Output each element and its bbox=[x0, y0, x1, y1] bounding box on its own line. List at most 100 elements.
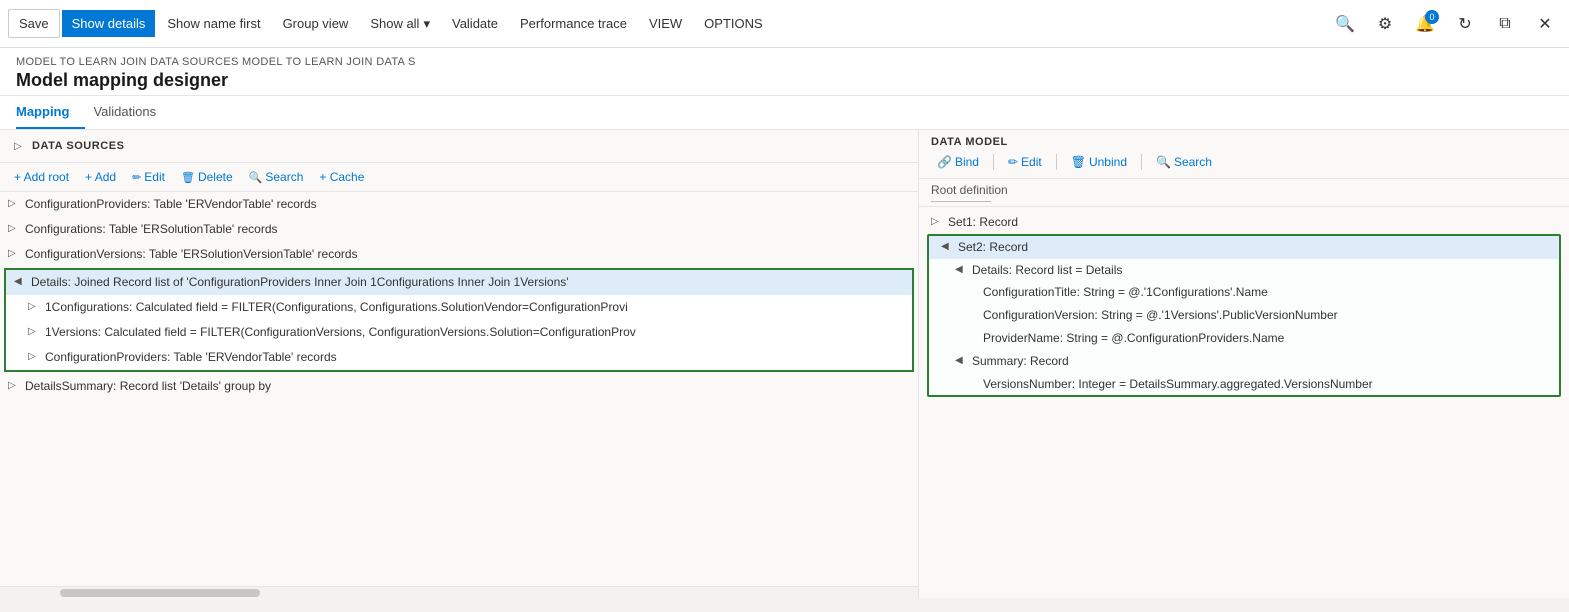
tree-item-text: Set1: Record bbox=[948, 214, 1018, 231]
tree-item-text: ConfigurationVersions: Table 'ERSolution… bbox=[25, 246, 910, 263]
expand-icon: ▷ bbox=[28, 300, 42, 314]
tree-item-details-summary[interactable]: ▷ DetailsSummary: Record list 'Details' … bbox=[0, 374, 918, 399]
breadcrumb: MODEL TO LEARN JOIN DATA SOURCES MODEL T… bbox=[16, 56, 1553, 68]
restore-button[interactable]: ⧉ bbox=[1489, 8, 1521, 40]
tree-item-configurations[interactable]: ▷ Configurations: Table 'ERSolutionTable… bbox=[0, 217, 918, 242]
tree-item-text: DetailsSummary: Record list 'Details' gr… bbox=[25, 378, 910, 395]
expand-icon: ▷ bbox=[28, 325, 42, 339]
tree-item-text: 1Configurations: Calculated field = FILT… bbox=[45, 299, 904, 316]
tree-item-text: ConfigurationTitle: String = @.'1Configu… bbox=[983, 284, 1268, 301]
chevron-down-icon: ▾ bbox=[423, 16, 430, 32]
search-button[interactable]: 🔍 bbox=[1329, 8, 1361, 40]
tree-item-text: Configurations: Table 'ERSolutionTable' … bbox=[25, 221, 910, 238]
notification-badge: 🔔 0 bbox=[1409, 8, 1441, 40]
tree-item-1versions[interactable]: ▷ 1Versions: Calculated field = FILTER(C… bbox=[20, 320, 912, 345]
collapse-icon: ◀ bbox=[955, 354, 969, 368]
data-sources-expand[interactable]: ▷ bbox=[8, 136, 28, 156]
tree-item-1configurations[interactable]: ▷ 1Configurations: Calculated field = FI… bbox=[20, 295, 912, 320]
tree-item-text: ProviderName: String = @.ConfigurationPr… bbox=[983, 330, 1284, 347]
tree-item-configuration-versions[interactable]: ▷ ConfigurationVersions: Table 'ERSoluti… bbox=[0, 242, 918, 267]
dm-tree-item-provider-name[interactable]: ProviderName: String = @.ConfigurationPr… bbox=[929, 327, 1559, 350]
search-icon: 🔍 bbox=[1156, 155, 1171, 169]
save-button[interactable]: Save bbox=[8, 9, 60, 38]
notification-count: 0 bbox=[1425, 10, 1439, 24]
dm-tree-item-summary[interactable]: ◀ Summary: Record bbox=[929, 350, 1559, 373]
tree-item-text: Summary: Record bbox=[972, 353, 1069, 370]
root-definition: Root definition bbox=[919, 179, 1569, 207]
separator bbox=[1056, 154, 1057, 170]
expand-icon: ▷ bbox=[8, 379, 22, 393]
tree-item-config-providers-child[interactable]: ▷ ConfigurationProviders: Table 'ERVendo… bbox=[20, 345, 912, 370]
data-model-tree: ▷ Set1: Record ◀ Set2: Record ◀ Details:… bbox=[919, 207, 1569, 598]
tree-item-text: Details: Record list = Details bbox=[972, 262, 1122, 279]
dm-tree-item-config-title[interactable]: ConfigurationTitle: String = @.'1Configu… bbox=[929, 281, 1559, 304]
tab-bar: Mapping Validations bbox=[0, 96, 1569, 130]
data-sources-tree: ▷ ConfigurationProviders: Table 'ERVendo… bbox=[0, 192, 918, 586]
bind-button[interactable]: 🔗 Bind bbox=[931, 152, 985, 172]
unbind-button[interactable]: 🗑 Unbind bbox=[1065, 152, 1133, 172]
scrollbar-thumb[interactable] bbox=[60, 589, 260, 597]
show-details-button[interactable]: Show details bbox=[62, 10, 156, 37]
view-button[interactable]: VIEW bbox=[639, 10, 692, 37]
trash-icon: 🗑 bbox=[1071, 155, 1086, 169]
tab-validations[interactable]: Validations bbox=[93, 96, 172, 129]
tree-item-text: ConfigurationProviders: Table 'ERVendorT… bbox=[45, 349, 904, 366]
link-icon: 🔗 bbox=[937, 155, 952, 169]
close-button[interactable]: ✕ bbox=[1529, 8, 1561, 40]
tree-item-text: VersionsNumber: Integer = DetailsSummary… bbox=[983, 376, 1373, 393]
dm-tree-item-versions-number[interactable]: VersionsNumber: Integer = DetailsSummary… bbox=[929, 373, 1559, 396]
expand-icon: ▷ bbox=[8, 247, 22, 261]
pencil-icon: ✏ bbox=[1008, 155, 1018, 169]
data-sources-toolbar: + Add root + Add ✏ Edit 🗑 Delete 🔍 Searc… bbox=[0, 163, 918, 192]
search-ds-button[interactable]: 🔍 Search bbox=[243, 167, 310, 187]
validate-button[interactable]: Validate bbox=[442, 10, 508, 37]
pencil-icon: ✏ bbox=[132, 171, 141, 184]
refresh-button[interactable]: ↻ bbox=[1449, 8, 1481, 40]
collapse-icon: ◀ bbox=[941, 240, 955, 254]
collapse-icon: ◀ bbox=[14, 275, 28, 289]
tree-item-text: Set2: Record bbox=[958, 239, 1028, 256]
tab-mapping[interactable]: Mapping bbox=[16, 96, 85, 129]
options-button[interactable]: OPTIONS bbox=[694, 10, 773, 37]
edit-dm-button[interactable]: ✏ Edit bbox=[1002, 152, 1048, 172]
dm-tree-item-set1[interactable]: ▷ Set1: Record bbox=[919, 211, 1569, 234]
performance-trace-button[interactable]: Performance trace bbox=[510, 10, 637, 37]
dm-tree-item-config-version[interactable]: ConfigurationVersion: String = @.'1Versi… bbox=[929, 304, 1559, 327]
root-def-line bbox=[931, 201, 991, 202]
expand-icon: ▷ bbox=[28, 350, 42, 364]
dm-tree-item-details[interactable]: ◀ Details: Record list = Details bbox=[929, 259, 1559, 282]
search-icon: 🔍 bbox=[249, 171, 263, 184]
tree-item-text: ConfigurationProviders: Table 'ERVendorT… bbox=[25, 196, 910, 213]
tree-item-details[interactable]: ◀ Details: Joined Record list of 'Config… bbox=[6, 270, 912, 295]
tree-item-configuration-providers[interactable]: ▷ ConfigurationProviders: Table 'ERVendo… bbox=[0, 192, 918, 217]
add-root-button[interactable]: + Add root bbox=[8, 167, 75, 187]
add-button[interactable]: + Add bbox=[79, 167, 122, 187]
tree-item-text: Details: Joined Record list of 'Configur… bbox=[31, 274, 904, 291]
cache-button[interactable]: + Cache bbox=[313, 167, 370, 187]
main-toolbar: Save Show details Show name first Group … bbox=[0, 0, 1569, 48]
show-all-button[interactable]: Show all ▾ bbox=[360, 10, 440, 38]
expand-icon: ▷ bbox=[8, 197, 22, 211]
data-model-toolbar: 🔗 Bind ✏ Edit 🗑 Unbind 🔍 Search bbox=[931, 152, 1557, 172]
show-name-first-button[interactable]: Show name first bbox=[157, 10, 270, 37]
expand-icon: ▷ bbox=[8, 222, 22, 236]
search-dm-button[interactable]: 🔍 Search bbox=[1150, 152, 1218, 172]
horizontal-scrollbar[interactable] bbox=[0, 586, 918, 598]
separator bbox=[993, 154, 994, 170]
left-panel: ▷ DATA SOURCES + Add root + Add ✏ Edit 🗑… bbox=[0, 130, 919, 598]
toolbar-right-icons: 🔍 ⚙ 🔔 0 ↻ ⧉ ✕ bbox=[1329, 8, 1561, 40]
expand-icon: ▷ bbox=[931, 215, 945, 229]
group-view-button[interactable]: Group view bbox=[273, 10, 359, 37]
settings-icon-button[interactable]: ⚙ bbox=[1369, 8, 1401, 40]
tree-item-text: 1Versions: Calculated field = FILTER(Con… bbox=[45, 324, 904, 341]
data-sources-header: ▷ DATA SOURCES bbox=[0, 130, 918, 163]
page-header: MODEL TO LEARN JOIN DATA SOURCES MODEL T… bbox=[0, 48, 1569, 96]
delete-button[interactable]: 🗑 Delete bbox=[175, 167, 239, 187]
data-model-label: DATA MODEL bbox=[931, 136, 1557, 148]
edit-button[interactable]: ✏ Edit bbox=[126, 167, 171, 187]
page-title: Model mapping designer bbox=[16, 70, 1553, 91]
collapse-icon: ◀ bbox=[955, 263, 969, 277]
trash-icon: 🗑 bbox=[181, 171, 195, 184]
dm-tree-item-set2[interactable]: ◀ Set2: Record bbox=[929, 236, 1559, 259]
data-sources-label: DATA SOURCES bbox=[32, 140, 125, 152]
